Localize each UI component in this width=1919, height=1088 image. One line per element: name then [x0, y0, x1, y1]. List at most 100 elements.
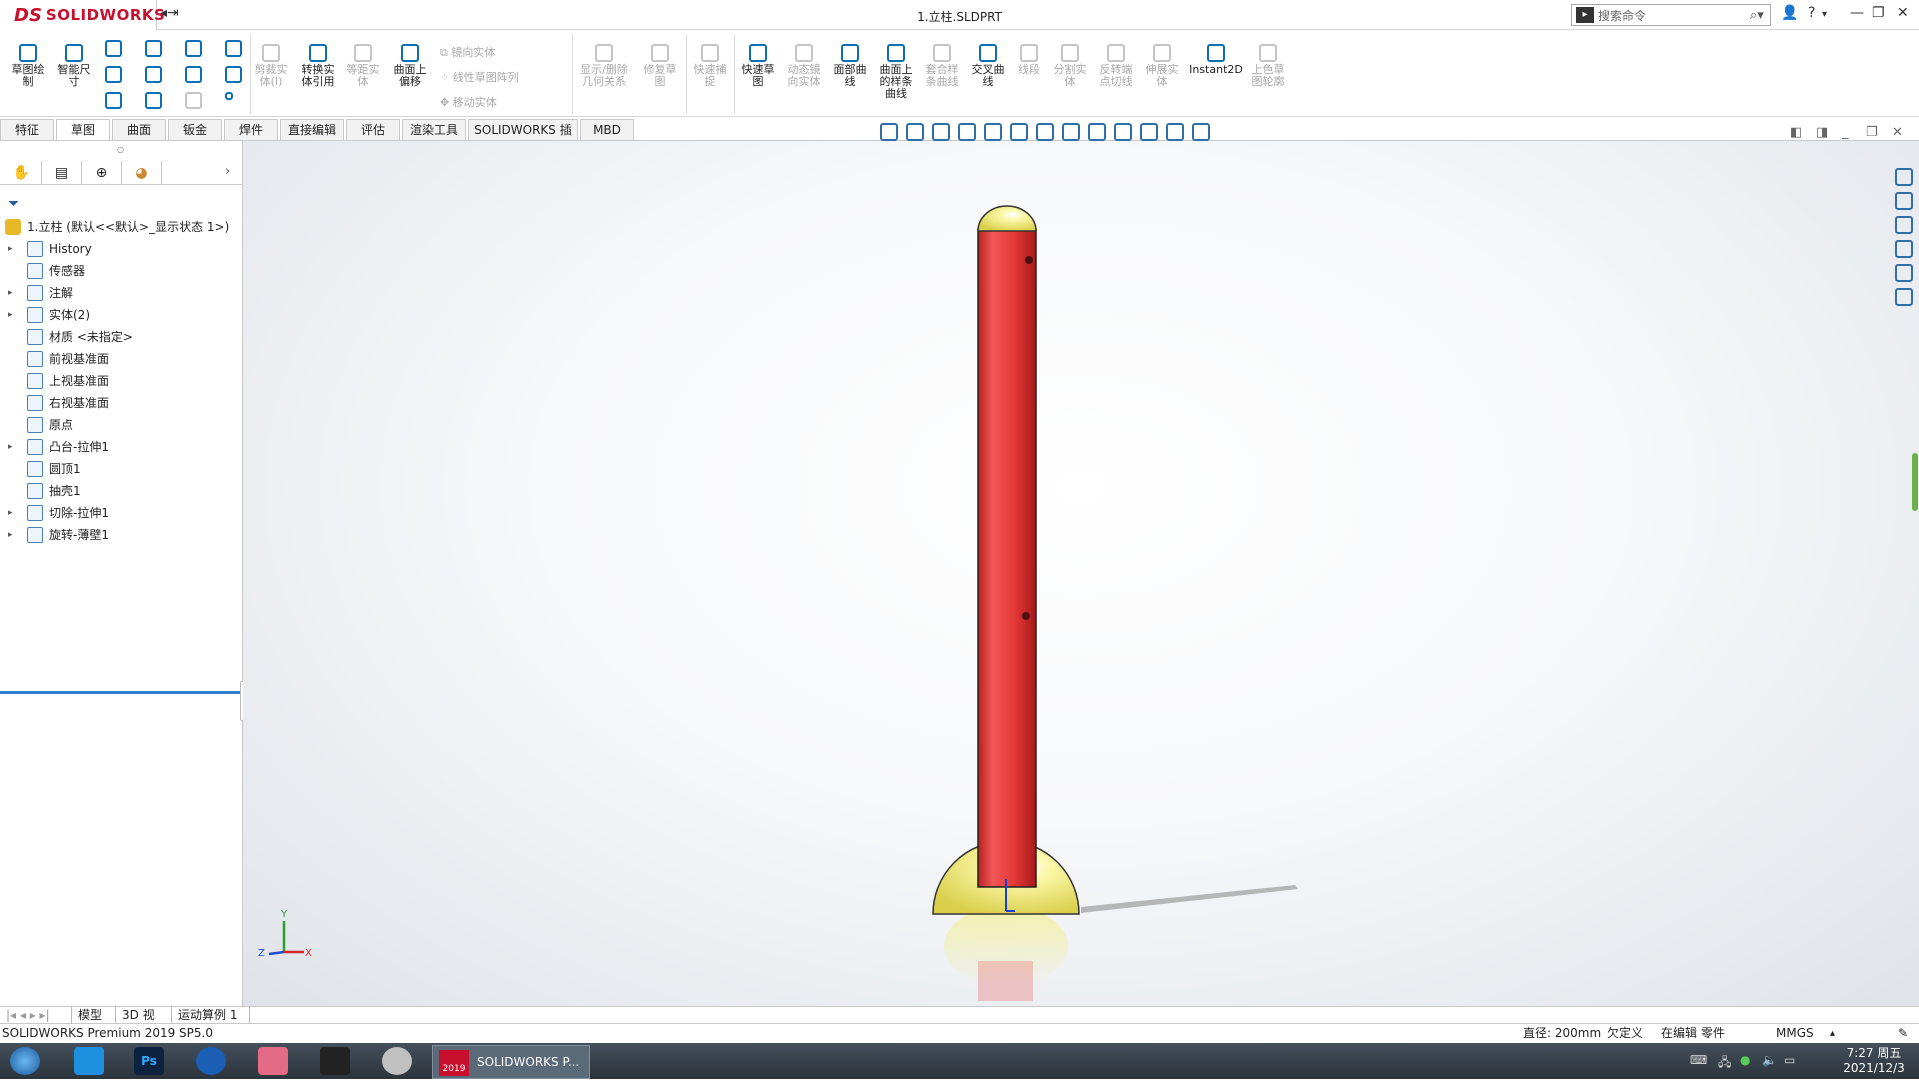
linear-pattern-button[interactable]: ⁘ 线性草图阵列 — [440, 69, 519, 85]
unit-dropdown-icon[interactable]: ▴ — [1830, 1024, 1835, 1043]
tab-features[interactable]: 特征 — [0, 119, 54, 140]
tray-network-icon[interactable]: 🖧 — [1718, 1053, 1731, 1074]
stretch-entities-button[interactable]: 伸展实 体 — [1140, 44, 1184, 88]
convert-entities-button[interactable]: 转换实 体引用 — [296, 44, 340, 88]
view-orientation-icon[interactable] — [1036, 123, 1054, 141]
reverse-tangent-button[interactable]: 反转端 点切线 — [1094, 44, 1138, 88]
display-manager-tab-icon[interactable]: ◕ — [122, 161, 162, 185]
red-post[interactable] — [977, 228, 1037, 888]
tab-solidworks-addins[interactable]: SOLIDWORKS 插件 — [468, 119, 578, 157]
tray-keyboard-icon[interactable]: ⌨ — [1690, 1053, 1707, 1067]
rollback-bar[interactable] — [0, 691, 240, 694]
tab-sketch[interactable]: 草图 — [56, 119, 110, 140]
chevron-right-icon[interactable]: › — [225, 164, 230, 179]
move-entities-button[interactable]: ✥ 移动实体 — [440, 94, 497, 110]
spline-tool-icon[interactable] — [185, 40, 202, 57]
appearances-scenes-icon[interactable] — [1895, 264, 1913, 282]
expand-arrow-icon[interactable]: ▸ — [8, 282, 13, 304]
hide-show-items-icon[interactable] — [1088, 123, 1106, 141]
feature-manager-tab-icon[interactable]: ✋ — [2, 161, 42, 185]
text-tool-icon[interactable] — [225, 66, 242, 83]
tab-evaluate[interactable]: 评估 — [346, 119, 400, 140]
taskbar-clock[interactable]: 7:27 周五 2021/12/3 — [1832, 1046, 1916, 1076]
expand-arrow-icon[interactable]: ▸ — [8, 304, 13, 326]
tab-render-tools[interactable]: 渲染工具 — [402, 119, 466, 140]
point-tool-icon[interactable] — [225, 92, 233, 100]
command-search[interactable]: ▸ 搜索命令 ⌕▾ — [1571, 4, 1771, 26]
tree-item[interactable]: ▸ History — [0, 238, 243, 260]
segment-button[interactable]: 线段 — [1012, 44, 1046, 76]
sketch-button[interactable]: 草图绘 制 — [6, 44, 50, 88]
tree-item[interactable]: 材质 <未指定> — [0, 326, 243, 348]
tray-volume-icon[interactable]: 🔈 — [1762, 1053, 1777, 1067]
arc-tool-icon[interactable] — [145, 66, 162, 83]
help-button[interactable]: ? — [1808, 5, 1815, 21]
view-settings-icon[interactable] — [1166, 123, 1184, 141]
expand-arrow-icon[interactable]: ▸ — [8, 436, 13, 458]
unit-system[interactable]: MMGS — [1776, 1024, 1814, 1043]
graphics-area[interactable]: Y X Z — [243, 141, 1919, 1006]
start-button-icon[interactable] — [10, 1047, 40, 1075]
tree-item[interactable]: ▸ 切除-拉伸1 — [0, 502, 243, 524]
dynamic-mirror-button[interactable]: 动态镜 向实体 — [782, 44, 826, 88]
split-entities-button[interactable]: 分割实 体 — [1048, 44, 1092, 88]
fillet-tool-icon[interactable] — [185, 92, 202, 109]
mirror-entities-button[interactable]: ⧉ 镜向实体 — [440, 44, 495, 60]
tab-weldments[interactable]: 焊件 — [224, 119, 278, 140]
tile-left-icon[interactable]: ◧ — [1790, 125, 1802, 140]
property-manager-tab-icon[interactable]: ▤ — [42, 161, 82, 185]
fit-spline-button[interactable]: 套合样 条曲线 — [920, 44, 964, 88]
taskbar-app3-icon[interactable] — [320, 1047, 350, 1075]
tile-right-icon[interactable]: ◨ — [1816, 125, 1828, 140]
rapid-sketch-button[interactable]: 快速草 图 — [736, 44, 780, 88]
filter-icon[interactable]: ⏷ — [8, 196, 19, 212]
restore-button[interactable]: ❐ — [1872, 5, 1885, 21]
expand-arrow-icon[interactable]: ▸ — [8, 238, 13, 260]
edge-browser-icon[interactable] — [196, 1047, 226, 1075]
viewport-restore-icon[interactable]: ❐ — [1866, 125, 1878, 140]
tab-3d-views[interactable]: 3D 视图 — [116, 1007, 172, 1039]
taskbar-app4-icon[interactable] — [382, 1047, 412, 1075]
file-explorer-icon[interactable] — [1895, 216, 1913, 234]
zoom-to-area-icon[interactable] — [932, 123, 950, 141]
solidworks-resources-icon[interactable] — [1895, 168, 1913, 186]
tree-item[interactable]: 原点 — [0, 414, 243, 436]
tree-item[interactable]: ▸ 实体(2) — [0, 304, 243, 326]
display-style-icon[interactable] — [1062, 123, 1080, 141]
tab-surfaces[interactable]: 曲面 — [112, 119, 166, 140]
tree-item[interactable]: 右视基准面 — [0, 392, 243, 414]
display-relations-button[interactable]: 显示/删除 几何关系 — [574, 44, 634, 88]
photoshop-icon[interactable]: Ps — [134, 1047, 164, 1075]
expand-arrow-icon[interactable]: ▸ — [8, 502, 13, 524]
edit-appearance-icon[interactable] — [1114, 123, 1132, 141]
section-view-icon[interactable] — [984, 123, 1002, 141]
tab-sheet-metal[interactable]: 钣金 — [168, 119, 222, 140]
construction-geometry-icon[interactable] — [225, 40, 242, 57]
search-input[interactable]: 搜索命令 — [1598, 7, 1750, 24]
previous-view-arrow-icon[interactable] — [958, 123, 976, 141]
tree-item[interactable]: 抽壳1 — [0, 480, 243, 502]
intersection-curve-button[interactable]: 交叉曲 线 — [966, 44, 1010, 88]
expand-arrow-icon[interactable]: ▸ — [8, 524, 13, 546]
minimize-button[interactable]: — — [1850, 5, 1864, 21]
view-palette-icon[interactable] — [1895, 240, 1913, 258]
offset-on-surface-button[interactable]: 曲面上 偏移 — [388, 44, 432, 88]
slot-tool-icon[interactable] — [105, 92, 122, 109]
taskbar-solidworks-app[interactable]: 2019 SOLIDWORKS P... — [432, 1045, 590, 1079]
previous-view-icon[interactable] — [880, 123, 898, 141]
tree-item[interactable]: 上视基准面 — [0, 370, 243, 392]
top-cap[interactable] — [977, 205, 1037, 232]
polygon-tool-icon[interactable] — [185, 66, 202, 83]
tray-display-icon[interactable]: ▭ — [1784, 1053, 1795, 1067]
taskbar-app2-icon[interactable] — [258, 1047, 288, 1075]
zoom-to-fit-icon[interactable] — [906, 123, 924, 141]
viewport-minimize-icon[interactable]: _ — [1842, 125, 1849, 140]
tray-security-icon[interactable]: ● — [1740, 1053, 1750, 1067]
offset-entities-button[interactable]: 等距实 体 — [344, 44, 382, 88]
repair-sketch-button[interactable]: 修复草 图 — [638, 44, 682, 88]
tree-item[interactable]: ▸ 旋转-薄壁1 — [0, 524, 243, 546]
instant2d-button[interactable]: Instant2D — [1186, 44, 1246, 76]
panel-collapse-handle[interactable]: ○ — [117, 145, 124, 154]
configuration-manager-tab-icon[interactable]: ⊕ — [82, 161, 122, 185]
quick-snaps-button[interactable]: 快速捕 捉 — [688, 44, 732, 88]
